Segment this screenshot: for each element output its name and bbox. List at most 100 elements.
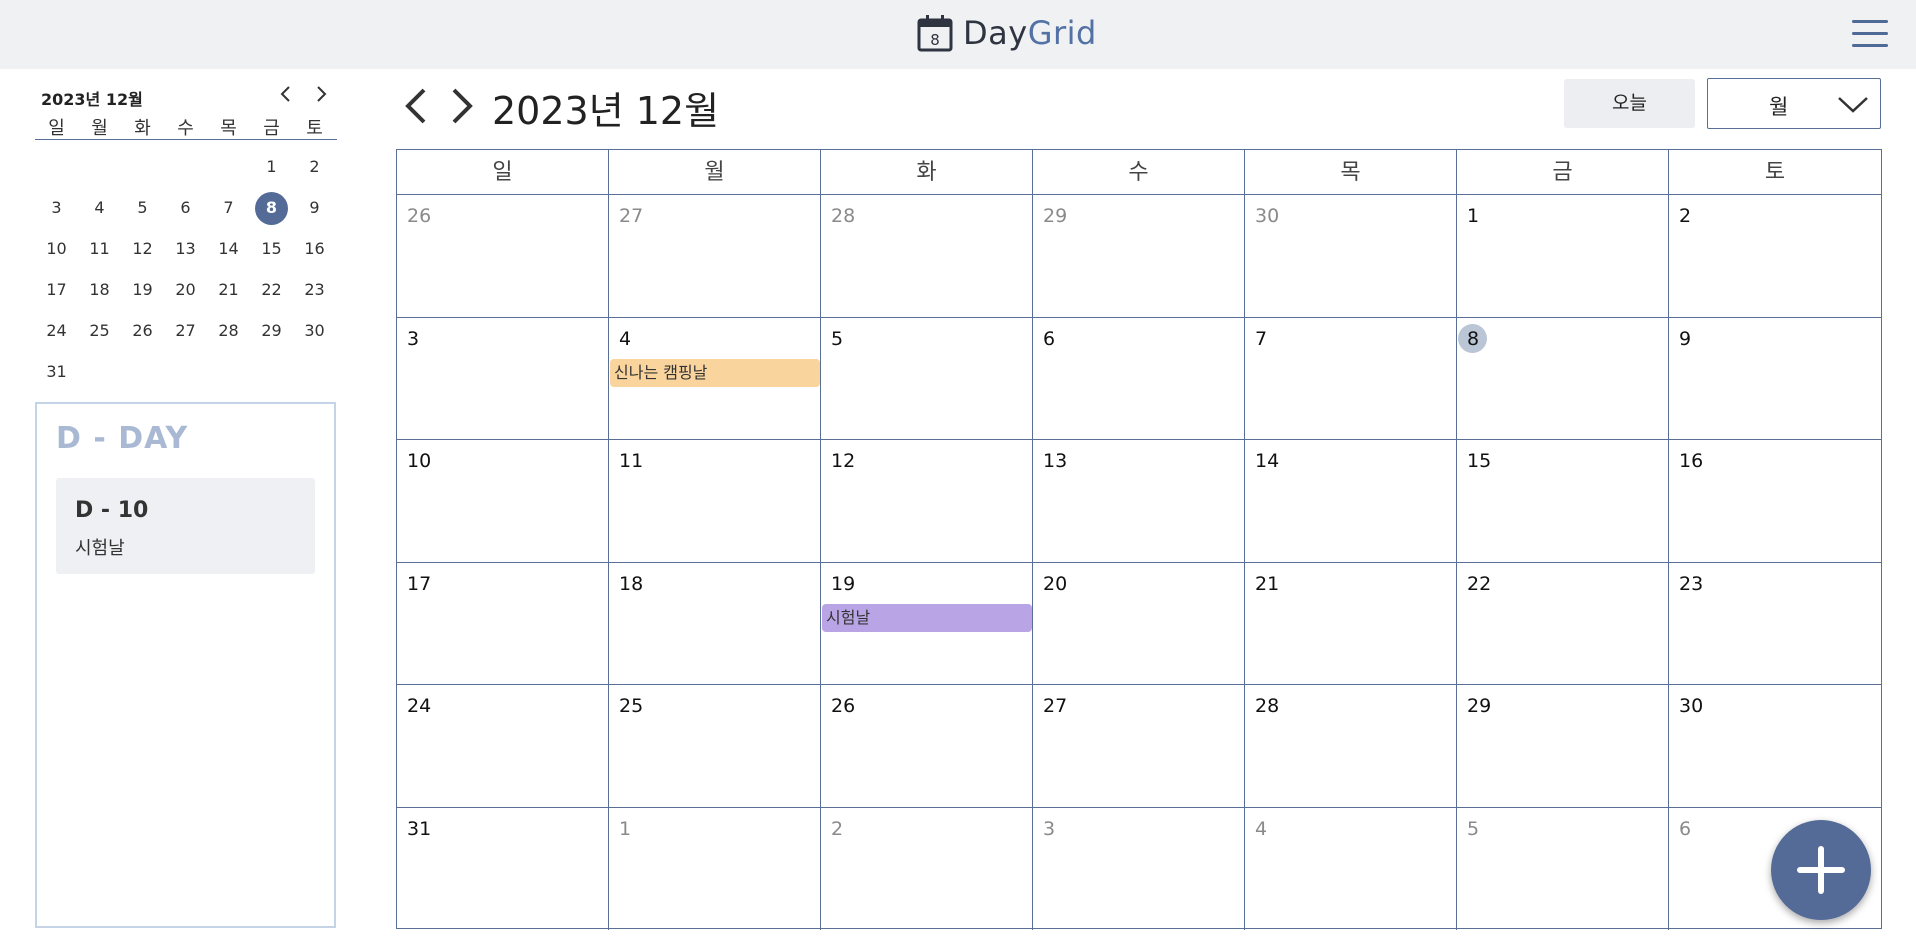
day-cell[interactable]: 27: [1033, 685, 1245, 808]
mini-day[interactable]: 5: [121, 191, 164, 225]
day-number: 6: [1043, 328, 1056, 350]
prev-month-button[interactable]: [398, 84, 434, 128]
weekday-label: 목: [1245, 150, 1457, 195]
dday-count: D - 10: [75, 498, 149, 523]
mini-day-selected[interactable]: 8: [250, 191, 293, 225]
day-cell[interactable]: 27: [609, 195, 821, 318]
day-cell[interactable]: 10: [397, 440, 609, 563]
day-cell[interactable]: 6: [1033, 318, 1245, 440]
mini-day[interactable]: 21: [207, 273, 250, 307]
day-number: 4: [619, 328, 632, 350]
dday-panel: D - DAY D - 10 시험날: [35, 402, 336, 928]
day-cell[interactable]: 4: [1245, 808, 1457, 930]
mini-day[interactable]: 24: [35, 314, 78, 348]
day-number: 20: [1043, 573, 1068, 595]
mini-day[interactable]: 15: [250, 232, 293, 266]
day-cell[interactable]: 26: [397, 195, 609, 318]
day-cell[interactable]: 22: [1457, 563, 1669, 685]
mini-day[interactable]: 20: [164, 273, 207, 307]
mini-day[interactable]: 29: [250, 314, 293, 348]
day-cell[interactable]: 13: [1033, 440, 1245, 563]
mini-day[interactable]: 11: [78, 232, 121, 266]
mini-day[interactable]: 9: [293, 191, 336, 225]
day-cell[interactable]: 16: [1669, 440, 1881, 563]
day-number: 2: [1679, 205, 1692, 227]
day-cell[interactable]: 24: [397, 685, 609, 808]
day-cell[interactable]: 18: [609, 563, 821, 685]
calendar-icon: 8: [917, 14, 953, 52]
mini-day[interactable]: 22: [250, 273, 293, 307]
mini-day[interactable]: 7: [207, 191, 250, 225]
calendar-event[interactable]: 신나는 캠핑날: [610, 359, 820, 387]
mini-day[interactable]: 16: [293, 232, 336, 266]
add-event-button[interactable]: [1771, 820, 1871, 920]
calendar-event[interactable]: 시험날: [822, 604, 1032, 632]
day-cell[interactable]: 3: [1033, 808, 1245, 930]
day-number: 21: [1255, 573, 1280, 595]
day-cell[interactable]: 21: [1245, 563, 1457, 685]
mini-next-month-button[interactable]: [309, 82, 333, 106]
mini-day[interactable]: 26: [121, 314, 164, 348]
mini-day[interactable]: 6: [164, 191, 207, 225]
day-cell[interactable]: 14: [1245, 440, 1457, 563]
mini-day[interactable]: 28: [207, 314, 250, 348]
mini-day[interactable]: 25: [78, 314, 121, 348]
mini-day[interactable]: 18: [78, 273, 121, 307]
plus-icon: [1797, 846, 1845, 894]
day-cell[interactable]: 25: [609, 685, 821, 808]
mini-prev-month-button[interactable]: [274, 82, 298, 106]
view-select[interactable]: 월: [1707, 78, 1881, 129]
mini-day[interactable]: 2: [293, 150, 336, 184]
day-number: 26: [831, 695, 856, 717]
mini-day[interactable]: 14: [207, 232, 250, 266]
day-cell[interactable]: 1: [609, 808, 821, 930]
mini-day[interactable]: 13: [164, 232, 207, 266]
weekday-label: 수: [1033, 150, 1245, 195]
next-month-button[interactable]: [444, 84, 480, 128]
day-cell[interactable]: 30: [1245, 195, 1457, 318]
day-cell[interactable]: 2: [1669, 195, 1881, 318]
brand-name: DayGrid: [963, 14, 1097, 52]
brand-logo[interactable]: 8 DayGrid: [917, 13, 1097, 53]
mini-day[interactable]: 19: [121, 273, 164, 307]
day-cell[interactable]: 7: [1245, 318, 1457, 440]
day-cell[interactable]: 28: [821, 195, 1033, 318]
day-cell[interactable]: 15: [1457, 440, 1669, 563]
day-cell[interactable]: 17: [397, 563, 609, 685]
day-cell[interactable]: 30: [1669, 685, 1881, 808]
day-cell-today[interactable]: 8: [1457, 318, 1669, 440]
day-cell[interactable]: 29: [1033, 195, 1245, 318]
day-cell[interactable]: 20: [1033, 563, 1245, 685]
dday-card[interactable]: D - 10 시험날: [56, 478, 315, 574]
mini-day[interactable]: 27: [164, 314, 207, 348]
day-cell[interactable]: 2: [821, 808, 1033, 930]
mini-day[interactable]: 3: [35, 191, 78, 225]
day-cell[interactable]: 12: [821, 440, 1033, 563]
day-number: 3: [1043, 818, 1056, 840]
day-cell[interactable]: 31: [397, 808, 609, 930]
month-grid: 일월화수목금토 26 27 28 29 30 1 2 3 4 5 6 7 8 9 10 11 12 13 14 15 1…: [396, 149, 1882, 930]
day-cell[interactable]: 5: [821, 318, 1033, 440]
day-cell[interactable]: 11: [609, 440, 821, 563]
mini-day[interactable]: 31: [35, 355, 78, 389]
mini-day[interactable]: 4: [78, 191, 121, 225]
mini-day[interactable]: 10: [35, 232, 78, 266]
day-number: 5: [831, 328, 844, 350]
mini-day[interactable]: 30: [293, 314, 336, 348]
mini-day[interactable]: 17: [35, 273, 78, 307]
day-cell[interactable]: 1: [1457, 195, 1669, 318]
day-cell[interactable]: 23: [1669, 563, 1881, 685]
day-cell[interactable]: 9: [1669, 318, 1881, 440]
mini-day[interactable]: 1: [250, 150, 293, 184]
chevron-left-icon: [280, 86, 290, 102]
day-cell[interactable]: 5: [1457, 808, 1669, 930]
today-button[interactable]: 오늘: [1564, 79, 1695, 128]
day-cell[interactable]: 29: [1457, 685, 1669, 808]
day-cell[interactable]: 26: [821, 685, 1033, 808]
day-cell[interactable]: 28: [1245, 685, 1457, 808]
mini-day[interactable]: 23: [293, 273, 336, 307]
hamburger-menu-icon[interactable]: [1852, 18, 1888, 50]
mini-day[interactable]: 12: [121, 232, 164, 266]
mini-weekday-label: 수: [177, 118, 194, 139]
day-cell[interactable]: 3: [397, 318, 609, 440]
